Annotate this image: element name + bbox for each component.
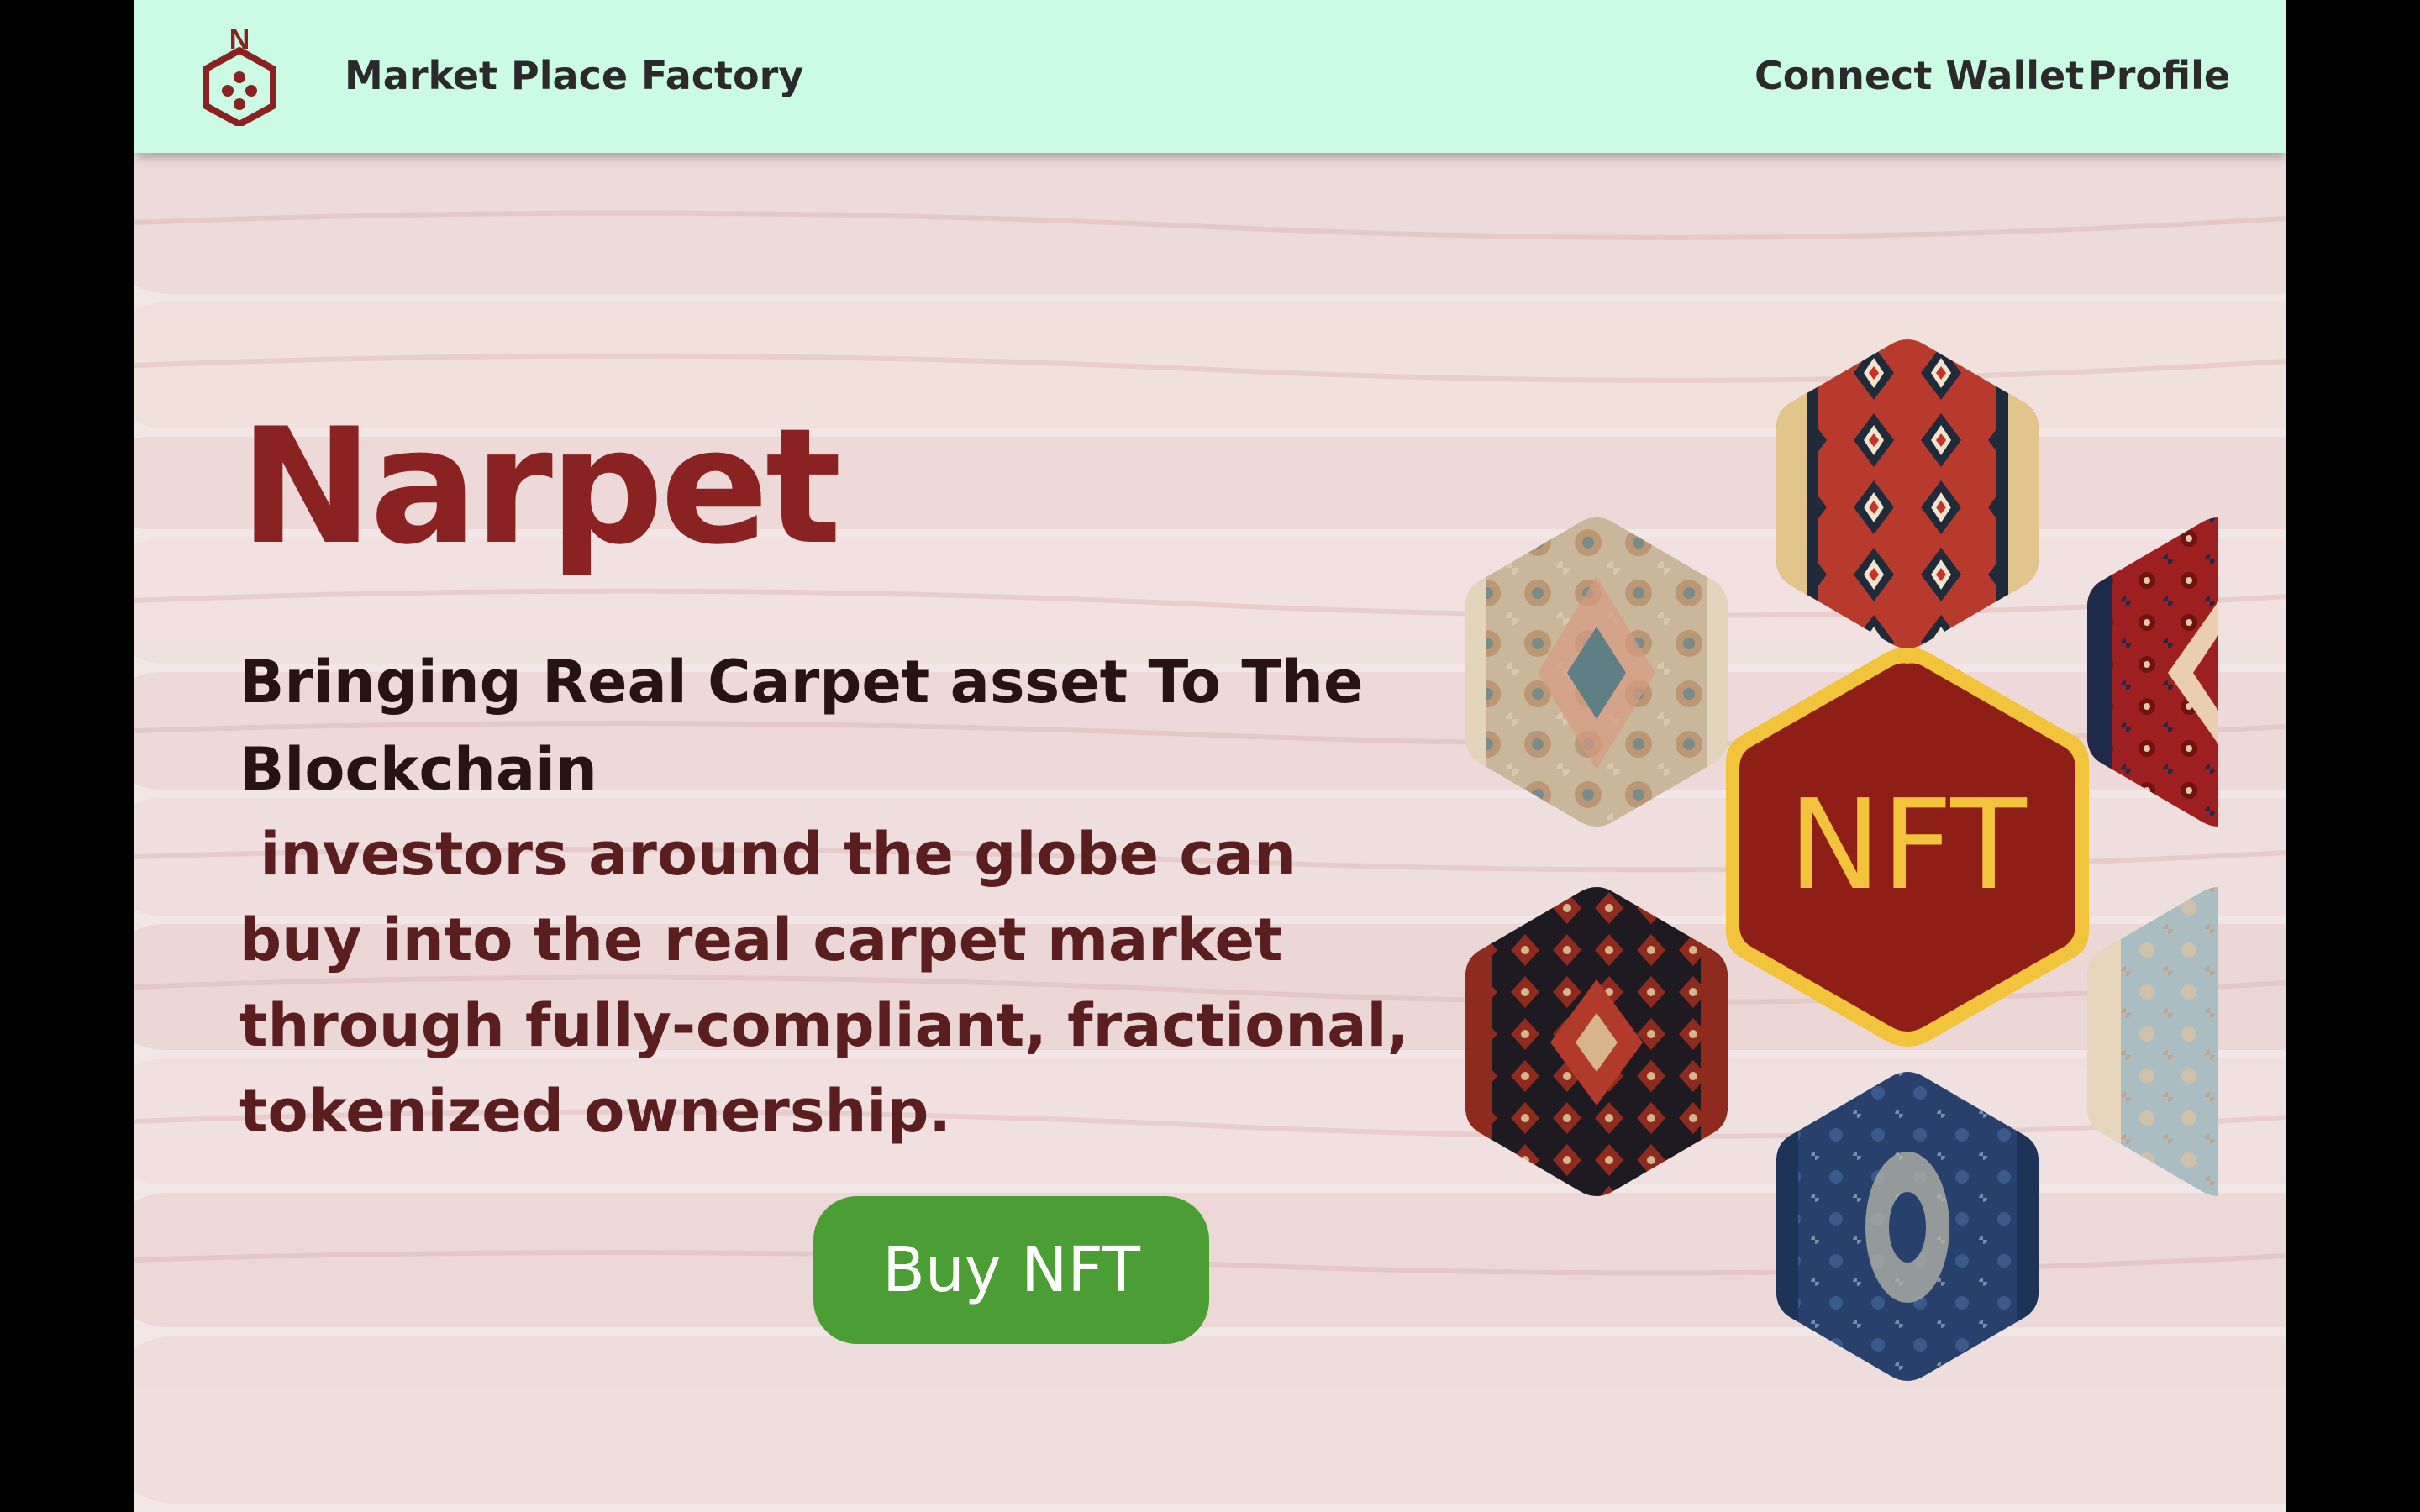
carpet-red-persian-tile[interactable] (2084, 517, 2218, 828)
nav-market-place-link[interactable]: Market Place (345, 50, 628, 101)
nav-profile-link[interactable]: Profile (2088, 50, 2230, 101)
buy-nft-button[interactable]: Buy NFT (813, 1196, 1209, 1344)
landing-page: N Market Place Factory Connect Wallet Pr… (134, 0, 2286, 1512)
hero-subtitle: Bringing Real Carpet asset To The Blockc… (239, 648, 1364, 804)
narpet-logo-icon[interactable]: N (197, 25, 281, 126)
carpet-navy-blue-tile[interactable] (1773, 1072, 2042, 1383)
carpet-dark-tribal-tile[interactable] (1462, 887, 1731, 1198)
carpet-light-blue-tile[interactable] (2084, 887, 2218, 1198)
nft-badge-icon: NFT (1726, 648, 2089, 1047)
hero-description: investors around the globe can buy into … (239, 820, 1410, 1146)
top-navbar: N Market Place Factory Connect Wallet Pr… (134, 0, 2286, 153)
hero-title: Narpet (239, 394, 842, 580)
connect-wallet-link[interactable]: Connect Wallet (1754, 50, 2084, 101)
carpet-hex-cluster: NFT (1462, 339, 2218, 1383)
nft-badge-label: NFT (1788, 773, 2027, 917)
carpet-kilim-red-tile[interactable] (1773, 339, 2042, 650)
nav-factory-link[interactable]: Factory (641, 50, 803, 101)
carpet-beige-medallion-tile[interactable] (1462, 517, 1731, 828)
